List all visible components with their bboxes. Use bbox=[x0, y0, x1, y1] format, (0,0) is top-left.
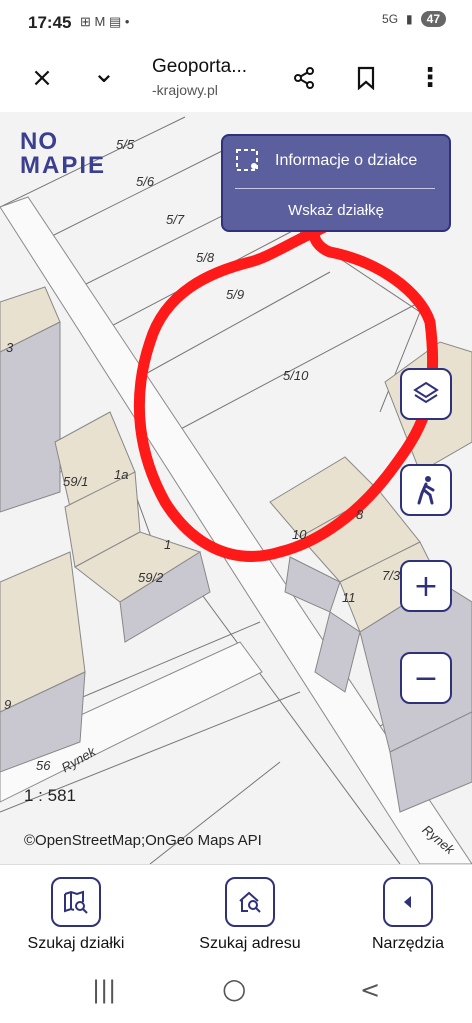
status-right-icons: 5G ▮ 47 bbox=[382, 11, 446, 27]
parcel-info-title: Informacje o działce bbox=[275, 152, 418, 169]
status-notification-icons: ⊞ M ▤ • bbox=[80, 14, 130, 29]
home-icon[interactable]: ○ bbox=[222, 972, 246, 1005]
panel-divider bbox=[235, 188, 435, 189]
status-bar: 17:45 ⊞ M ▤ • 5G ▮ 47 bbox=[0, 0, 472, 46]
parcel-label: 5/10 bbox=[283, 368, 309, 383]
parcel-label: 3 bbox=[6, 340, 14, 355]
parcel-label: 56 bbox=[36, 758, 51, 773]
network-icon: 5G bbox=[382, 12, 399, 26]
nav-search-parcel-label: Szukaj działki bbox=[27, 935, 125, 952]
nav-tools[interactable]: Narzędzia bbox=[338, 877, 472, 953]
battery-icon: 47 bbox=[420, 11, 446, 27]
parcel-label: 5/6 bbox=[136, 174, 155, 189]
nav-search-address[interactable]: Szukaj adresu bbox=[180, 877, 320, 953]
map-view[interactable]: 5/5 5/6 5/7 5/8 5/9 5/10 59/1 1a 1 59/2 … bbox=[0, 112, 472, 864]
parcel-label: 9 bbox=[4, 697, 12, 712]
layers-button[interactable] bbox=[400, 368, 452, 420]
nav-tools-label: Narzędzia bbox=[371, 935, 445, 952]
walk-mode-button[interactable] bbox=[400, 464, 452, 516]
parcel-label: 8 bbox=[356, 507, 364, 522]
page-title: Geoporta... bbox=[152, 56, 248, 77]
parcel-label: 5/7 bbox=[166, 212, 185, 227]
parcel-label: 7/3 bbox=[382, 568, 401, 583]
page-url: -krajowy.pl bbox=[152, 82, 218, 98]
recents-icon[interactable]: ||| bbox=[92, 976, 116, 1004]
close-icon[interactable]: × bbox=[26, 62, 58, 94]
choose-parcel-button[interactable]: Wskaż działkę bbox=[223, 202, 449, 219]
map-search-icon[interactable] bbox=[51, 877, 101, 927]
parcel-label: 1 bbox=[164, 537, 172, 552]
chevron-down-icon[interactable]: ⌄ bbox=[88, 56, 120, 89]
parcel-label: 10 bbox=[292, 527, 307, 542]
back-icon[interactable]: < bbox=[360, 976, 380, 1004]
menu-icon[interactable]: ⋮ bbox=[414, 62, 446, 94]
layers-icon bbox=[413, 381, 439, 404]
parcel-label: 59/1 bbox=[63, 474, 89, 489]
browser-toolbar: × ⌄ Geoporta... -krajowy.pl ⋮ bbox=[0, 46, 472, 112]
system-navigation: ||| ○ < bbox=[0, 958, 472, 1023]
bottom-navigation: Szukaj działki Szukaj adresu Narzędzia bbox=[0, 864, 472, 959]
signal-icon: ▮ bbox=[406, 12, 413, 26]
tools-arrow-icon[interactable] bbox=[383, 877, 433, 927]
parcel-label: 1a bbox=[114, 467, 129, 482]
parcel-label: 5/9 bbox=[226, 287, 245, 302]
parcel-label: 5/8 bbox=[196, 250, 215, 265]
parcel-label: 59/2 bbox=[138, 570, 164, 585]
zoom-in-button[interactable]: + bbox=[400, 560, 452, 612]
parcel-label: 11 bbox=[342, 590, 356, 605]
map-scale: 1 : 581 bbox=[24, 786, 76, 805]
parcel-info-panel: Informacje o działce Wskaż działkę bbox=[221, 134, 451, 232]
map-attribution: ©OpenStreetMap;OnGeo Maps API bbox=[24, 832, 262, 849]
bookmark-icon[interactable] bbox=[350, 62, 382, 94]
nav-search-parcel[interactable]: Szukaj działki bbox=[6, 877, 146, 953]
status-time: 17:45 bbox=[28, 13, 72, 32]
parcel-label: 5/5 bbox=[116, 137, 135, 152]
zoom-out-button[interactable]: − bbox=[400, 652, 452, 704]
home-search-icon[interactable] bbox=[225, 877, 275, 927]
share-icon[interactable] bbox=[288, 62, 320, 94]
parcel-location-icon bbox=[236, 149, 258, 171]
walking-person-icon bbox=[417, 476, 435, 505]
app-logo: NO MAPIE bbox=[20, 128, 107, 179]
nav-search-address-label: Szukaj adresu bbox=[199, 935, 301, 952]
